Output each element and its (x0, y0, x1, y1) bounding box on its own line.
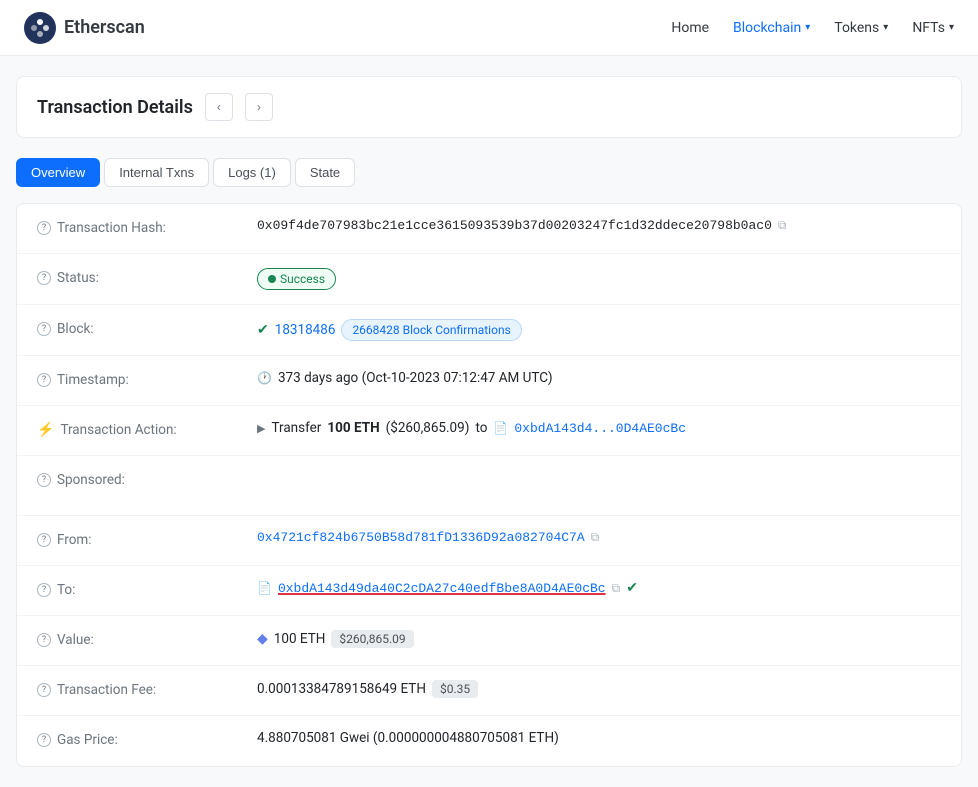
from-value: 0x4721cf824b6750B58d781fD1336D92a082704C… (257, 530, 941, 545)
transaction-hash-text: 0x09f4de707983bc21e1cce3615093539b37d002… (257, 218, 772, 233)
block-confirmations-badge: 2668428 Block Confirmations (341, 319, 521, 341)
timestamp-label: ? Timestamp: (37, 370, 257, 388)
page-container: Transaction Details ‹ › Overview Interna… (0, 56, 978, 787)
to-label: ? To: (37, 580, 257, 598)
tabs-container: Overview Internal Txns Logs (1) State (16, 158, 962, 187)
action-amount: 100 ETH (327, 420, 379, 436)
block-info-icon[interactable]: ? (37, 322, 51, 336)
chevron-left-icon: ‹ (217, 100, 221, 114)
sponsored-row: ? Sponsored: (17, 456, 961, 516)
header: Etherscan Home Blockchain ▾ Tokens ▾ NFT… (0, 0, 978, 56)
tab-internal-txns[interactable]: Internal Txns (104, 158, 209, 187)
to-row: ? To: 📄 0xbdA143d49da40C2cDA27c40edfBbe8… (17, 566, 961, 616)
transaction-fee-row: ? Transaction Fee: 0.00013384789158649 E… (17, 666, 961, 716)
action-to-text: to (475, 420, 487, 436)
value-usd-badge: $260,865.09 (331, 630, 413, 648)
etherscan-logo-icon (24, 12, 56, 44)
from-info-icon[interactable]: ? (37, 533, 51, 547)
to-info-icon[interactable]: ? (37, 583, 51, 597)
value-value: ◆ 100 ETH $260,865.09 (257, 630, 941, 648)
from-copy-icon[interactable]: ⧉ (591, 530, 600, 545)
transaction-action-row: ⚡ Transaction Action: ▶ Transfer 100 ETH… (17, 406, 961, 456)
logo-text: Etherscan (64, 17, 145, 38)
value-info-icon[interactable]: ? (37, 633, 51, 647)
transaction-fee-label: ? Transaction Fee: (37, 680, 257, 698)
gas-price-info-icon[interactable]: ? (37, 733, 51, 747)
tab-logs[interactable]: Logs (1) (213, 158, 291, 187)
tokens-chevron-icon: ▾ (883, 22, 888, 33)
gas-price-row: ? Gas Price: 4.880705081 Gwei (0.0000000… (17, 716, 961, 766)
value-eth: 100 ETH (274, 631, 326, 647)
block-check-icon: ✔ (257, 322, 269, 338)
transaction-hash-value: 0x09f4de707983bc21e1cce3615093539b37d002… (257, 218, 941, 233)
timestamp-value: 🕐 373 days ago (Oct-10-2023 07:12:47 AM … (257, 370, 941, 386)
gas-price-text: 4.880705081 Gwei (0.000000004880705081 E… (257, 730, 559, 746)
next-nav-button[interactable]: › (245, 93, 273, 121)
transaction-fee-info-icon[interactable]: ? (37, 683, 51, 697)
nfts-chevron-icon: ▾ (949, 22, 954, 33)
nav-links: Home Blockchain ▾ Tokens ▾ NFTs ▾ (671, 20, 954, 36)
to-copy-icon[interactable]: ⧉ (612, 581, 621, 596)
to-value: 📄 0xbdA143d49da40C2cDA27c40edfBbe8A0D4AE… (257, 580, 941, 596)
status-badge: Success (257, 268, 336, 290)
status-info-icon[interactable]: ? (37, 271, 51, 285)
transaction-hash-copy-icon[interactable]: ⧉ (778, 218, 787, 233)
prev-nav-button[interactable]: ‹ (205, 93, 233, 121)
eth-diamond-icon: ◆ (257, 631, 268, 647)
transaction-hash-label: ? Transaction Hash: (37, 218, 257, 236)
contract-icon: 📄 (493, 421, 508, 435)
from-row: ? From: 0x4721cf824b6750B58d781fD1336D92… (17, 516, 961, 566)
block-row: ? Block: ✔ 18318486 2668428 Block Confir… (17, 305, 961, 356)
sponsored-label: ? Sponsored: (37, 470, 257, 488)
block-number-link[interactable]: 18318486 (275, 322, 336, 338)
action-prefix: Transfer (271, 420, 321, 436)
timestamp-row: ? Timestamp: 🕐 373 days ago (Oct-10-2023… (17, 356, 961, 406)
logo-area: Etherscan (24, 12, 145, 44)
page-header: Transaction Details ‹ › (16, 76, 962, 138)
chevron-right-icon: › (257, 100, 261, 114)
transaction-action-label: ⚡ Transaction Action: (37, 420, 257, 438)
tab-state[interactable]: State (295, 158, 355, 187)
status-label: ? Status: (37, 268, 257, 286)
block-label: ? Block: (37, 319, 257, 337)
lightning-icon: ⚡ (37, 422, 54, 438)
nav-blockchain[interactable]: Blockchain ▾ (733, 20, 810, 36)
from-label: ? From: (37, 530, 257, 548)
blockchain-chevron-icon: ▾ (805, 22, 810, 33)
gas-price-label: ? Gas Price: (37, 730, 257, 748)
to-verified-icon: ✔ (626, 580, 638, 596)
status-value: Success (257, 268, 941, 290)
gas-price-value: 4.880705081 Gwei (0.000000004880705081 E… (257, 730, 941, 746)
from-address-link[interactable]: 0x4721cf824b6750B58d781fD1336D92a082704C… (257, 530, 585, 545)
fee-eth: 0.00013384789158649 ETH (257, 681, 426, 697)
to-address-link[interactable]: 0xbdA143d49da40C2cDA27c40edfBbe8A0D4AE0c… (278, 581, 606, 596)
to-contract-icon: 📄 (257, 581, 272, 595)
nav-tokens[interactable]: Tokens ▾ (834, 20, 888, 36)
transaction-fee-value: 0.00013384789158649 ETH $0.35 (257, 680, 941, 698)
action-usd: ($260,865.09) (386, 420, 470, 436)
page-title: Transaction Details (37, 97, 193, 118)
value-row: ? Value: ◆ 100 ETH $260,865.09 (17, 616, 961, 666)
transaction-action-value: ▶ Transfer 100 ETH ($260,865.09) to 📄 0x… (257, 420, 941, 436)
transaction-hash-row: ? Transaction Hash: 0x09f4de707983bc21e1… (17, 204, 961, 254)
action-address-link[interactable]: 0xbdA143d4...0D4AE0cBc (514, 421, 686, 436)
fee-usd-badge: $0.35 (432, 680, 478, 698)
block-value: ✔ 18318486 2668428 Block Confirmations (257, 319, 941, 341)
nav-nfts[interactable]: NFTs ▾ (912, 20, 954, 36)
nav-home[interactable]: Home (671, 20, 709, 36)
status-dot-icon (268, 275, 276, 283)
action-arrow-icon: ▶ (257, 422, 265, 435)
main-card: ? Transaction Hash: 0x09f4de707983bc21e1… (16, 203, 962, 767)
status-row: ? Status: Success (17, 254, 961, 305)
timestamp-info-icon[interactable]: ? (37, 373, 51, 387)
transaction-hash-info-icon[interactable]: ? (37, 221, 51, 235)
value-label: ? Value: (37, 630, 257, 648)
sponsored-info-icon[interactable]: ? (37, 473, 51, 487)
tab-overview[interactable]: Overview (16, 158, 100, 187)
clock-icon: 🕐 (257, 371, 272, 385)
